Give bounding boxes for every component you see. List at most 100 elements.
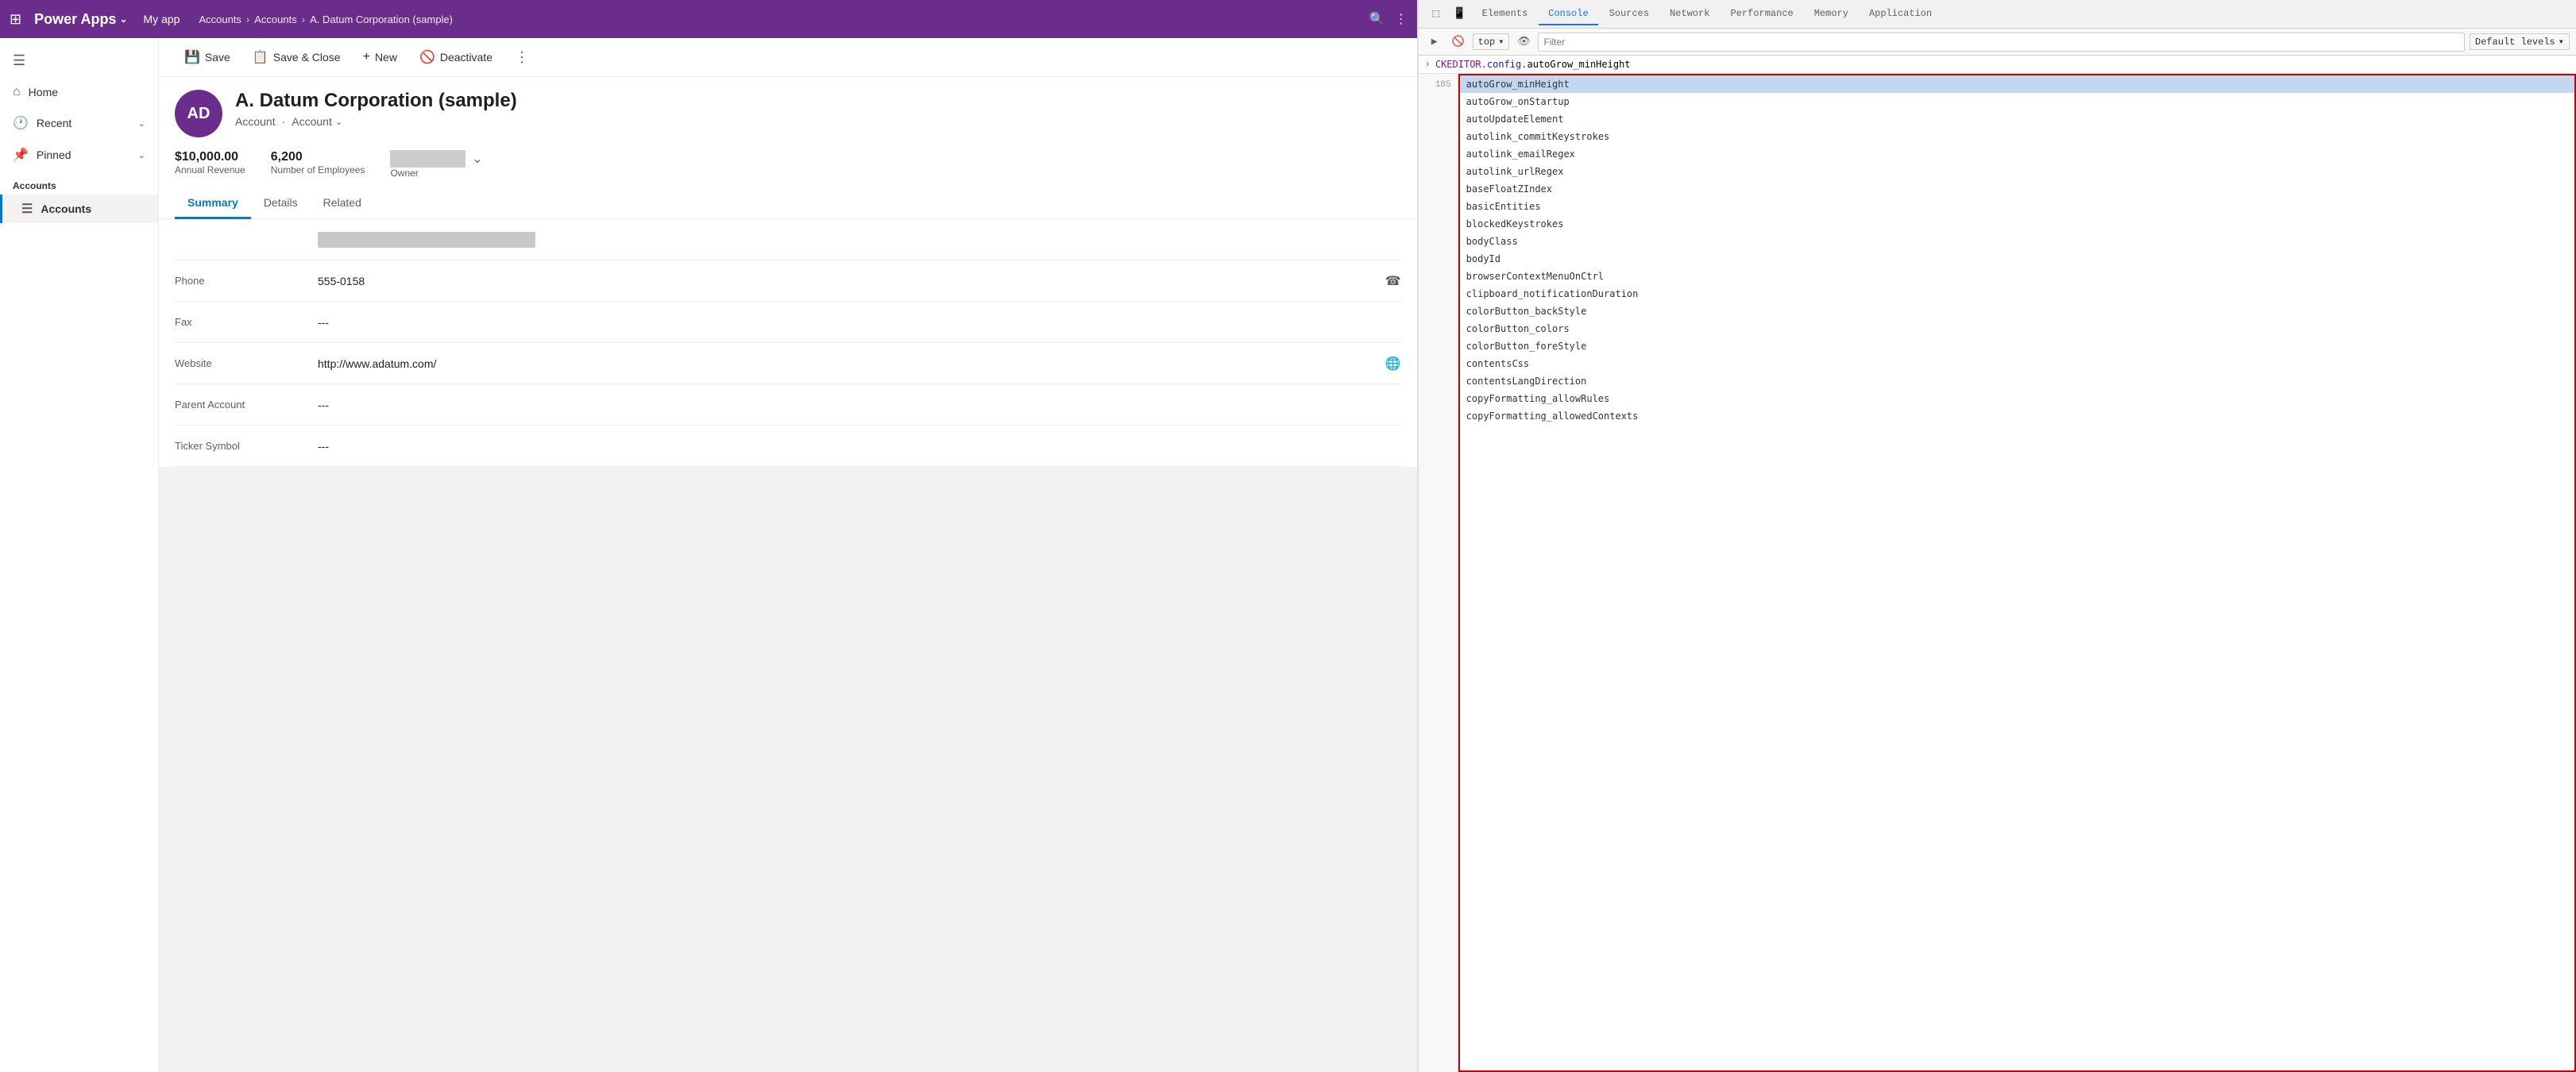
devtools-icon-inspect[interactable]: ⬚ [1425,3,1447,25]
record-type: Account · Account ⌄ [235,115,1401,128]
sidebar-toggle[interactable]: ☰ [0,44,158,77]
tab-related[interactable]: Related [311,188,374,219]
type-label: Account [235,115,276,128]
breadcrumb-accounts2[interactable]: Accounts [254,13,296,25]
new-label: New [375,51,397,64]
more-options-icon[interactable]: ⋮ [1395,11,1408,27]
annual-revenue-stat: $10,000.00 Annual Revenue [175,150,245,179]
tab-elements[interactable]: Elements [1473,3,1538,25]
levels-chevron: ▾ [2559,36,2564,48]
nav-icons: 🔍 ⋮ [1369,11,1408,27]
devtools-tabs: ⬚ 📱 Elements Console Sources Network Per… [1419,0,2576,29]
run-button[interactable]: ▶ [1425,33,1444,52]
record-header: AD A. Datum Corporation (sample) Account… [159,77,1417,150]
field-value-phone[interactable]: 555-0158 ☎ [318,273,1401,289]
autocomplete-item-8[interactable]: blockedKeystrokes [1460,215,2574,233]
autocomplete-item-11[interactable]: browserContextMenuOnCtrl [1460,268,2574,285]
context-selector[interactable]: top ▾ [1473,33,1510,50]
field-label-website: Website [175,357,318,369]
sidebar-item-recent[interactable]: 🕐 Recent ⌄ [0,107,158,139]
save-button[interactable]: 💾 Save [175,44,240,70]
type-dropdown-chevron: ⌄ [335,117,342,127]
field-value-ticker-symbol[interactable]: --- [318,440,1401,453]
globe-icon[interactable]: 🌐 [1385,356,1401,372]
levels-selector[interactable]: Default levels ▾ [2470,33,2570,50]
save-close-button[interactable]: 📋 Save & Close [243,44,350,70]
tab-summary[interactable]: Summary [175,188,251,219]
save-icon: 💾 [184,49,200,65]
breadcrumb-accounts1[interactable]: Accounts [199,13,241,25]
autocomplete-item-5[interactable]: autolink_urlRegex [1460,163,2574,180]
save-close-label: Save & Close [273,51,341,64]
autocomplete-item-1[interactable]: autoGrow_onStartup [1460,93,2574,110]
field-value-account-name[interactable]: A. Datum Corporation (sample) [318,232,1401,248]
app-name-chevron[interactable]: ⌄ [119,13,127,25]
console-input-text[interactable]: CKEDITOR.config.autoGrow_minHeight [1435,59,1631,70]
field-value-parent-account[interactable]: --- [318,399,1401,411]
new-button[interactable]: + New [353,45,407,69]
field-label-fax: Fax [175,316,318,328]
line-numbers: 185 [1419,74,1458,1072]
autocomplete-item-12[interactable]: clipboard_notificationDuration [1460,285,2574,303]
autocomplete-item-19[interactable]: copyFormatting_allowedContexts [1460,407,2574,425]
my-app-label: My app [144,13,180,25]
toolbar: 💾 Save 📋 Save & Close + New 🚫 Deactivate… [159,38,1417,77]
autocomplete-item-15[interactable]: colorButton_foreStyle [1460,337,2574,355]
autocomplete-item-9[interactable]: bodyClass [1460,233,2574,250]
tab-console[interactable]: Console [1539,3,1597,25]
autocomplete-item-4[interactable]: autolink_emailRegex [1460,145,2574,163]
block-button[interactable]: 🚫 [1449,33,1468,52]
tab-performance[interactable]: Performance [1721,3,1803,25]
autocomplete-list[interactable]: autoGrow_minHeight autoGrow_onStartup au… [1458,74,2576,1072]
field-value-fax[interactable]: --- [318,316,1401,329]
tab-sources[interactable]: Sources [1600,3,1659,25]
autocomplete-item-17[interactable]: contentsLangDirection [1460,372,2574,390]
website-value: http://www.adatum.com/ [318,357,436,370]
levels-value: Default levels [2475,37,2555,48]
save-close-icon: 📋 [253,49,268,65]
console-filter[interactable] [1538,33,2464,52]
annual-revenue-label: Annual Revenue [175,164,245,175]
employees-value: 6,200 [271,150,365,164]
owner-chevron[interactable]: ⌄ [472,151,482,167]
devtools-icon-mobile[interactable]: 📱 [1449,3,1471,25]
eye-button[interactable]: 👁 [1514,33,1533,52]
owner-stat: ▓▓▓▓ ⌄ Owner [390,150,482,179]
waffle-icon[interactable]: ⊞ [10,11,21,28]
autocomplete-item-6[interactable]: baseFloatZIndex [1460,180,2574,198]
sidebar-item-accounts[interactable]: ☰ Accounts [0,195,158,223]
autocomplete-item-10[interactable]: bodyId [1460,250,2574,268]
autocomplete-item-14[interactable]: colorButton_colors [1460,320,2574,337]
autocomplete-item-2[interactable]: autoUpdateElement [1460,110,2574,128]
new-icon: + [363,50,370,64]
breadcrumb-sep2: › [302,13,305,25]
tab-memory[interactable]: Memory [1805,3,1858,25]
sidebar-item-pinned[interactable]: 📌 Pinned ⌄ [0,139,158,171]
context-chevron: ▾ [1498,36,1504,48]
search-icon[interactable]: 🔍 [1369,11,1385,27]
toolbar-more-icon[interactable]: ⋮ [508,46,535,69]
form-row-website: Website http://www.adatum.com/ 🌐 [175,343,1401,384]
tab-network[interactable]: Network [1660,3,1719,25]
phone-icon[interactable]: ☎ [1385,273,1401,289]
record-avatar: AD [175,90,222,137]
autocomplete-item-16[interactable]: contentsCss [1460,355,2574,372]
parent-account-value: --- [318,399,329,411]
sidebar-item-home[interactable]: ⌂ Home [0,77,158,107]
tab-details[interactable]: Details [251,188,311,219]
autocomplete-item-18[interactable]: copyFormatting_allowRules [1460,390,2574,407]
autocomplete-item-13[interactable]: colorButton_backStyle [1460,303,2574,320]
accounts-label: Accounts [41,202,91,215]
pinned-icon: 📌 [13,147,29,163]
autocomplete-item-0[interactable]: autoGrow_minHeight [1460,75,2574,93]
form-row-parent-account: Parent Account --- [175,384,1401,426]
app-name-label: Power Apps [34,11,116,28]
deactivate-button[interactable]: 🚫 Deactivate [410,44,502,70]
type-dropdown[interactable]: Account ⌄ [292,115,342,128]
app-name[interactable]: Power Apps ⌄ [34,11,127,28]
field-value-website[interactable]: http://www.adatum.com/ 🌐 [318,356,1401,372]
autocomplete-item-7[interactable]: basicEntities [1460,198,2574,215]
autocomplete-item-3[interactable]: autolink_commitKeystrokes [1460,128,2574,145]
tab-application[interactable]: Application [1860,3,1941,25]
home-label: Home [29,86,145,98]
